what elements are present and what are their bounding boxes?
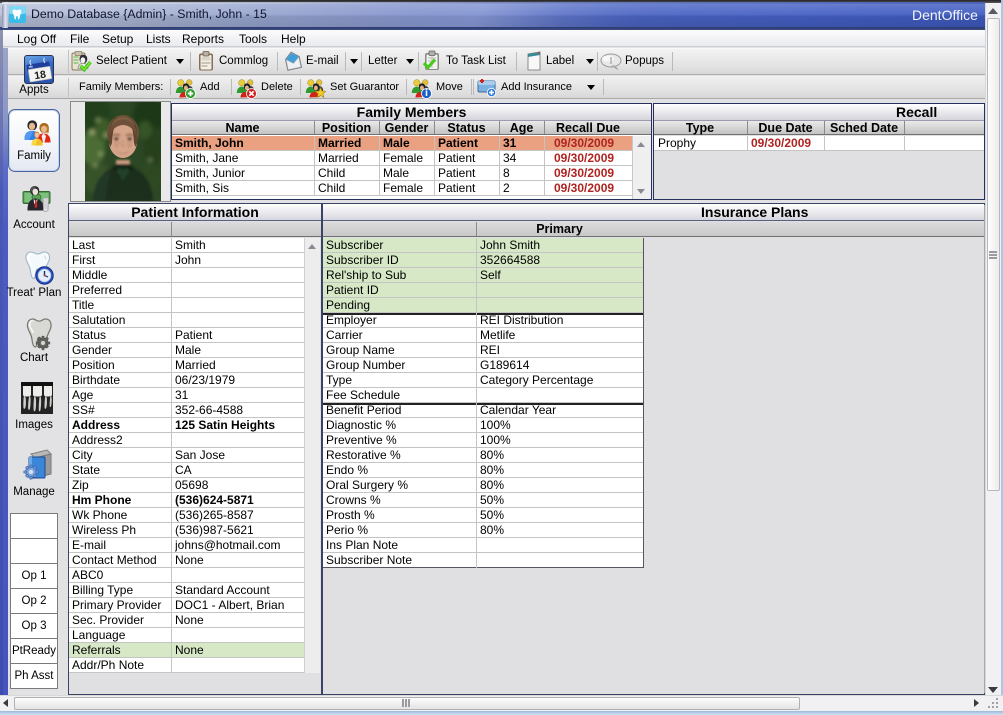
svg-text:18: 18 xyxy=(33,69,47,83)
